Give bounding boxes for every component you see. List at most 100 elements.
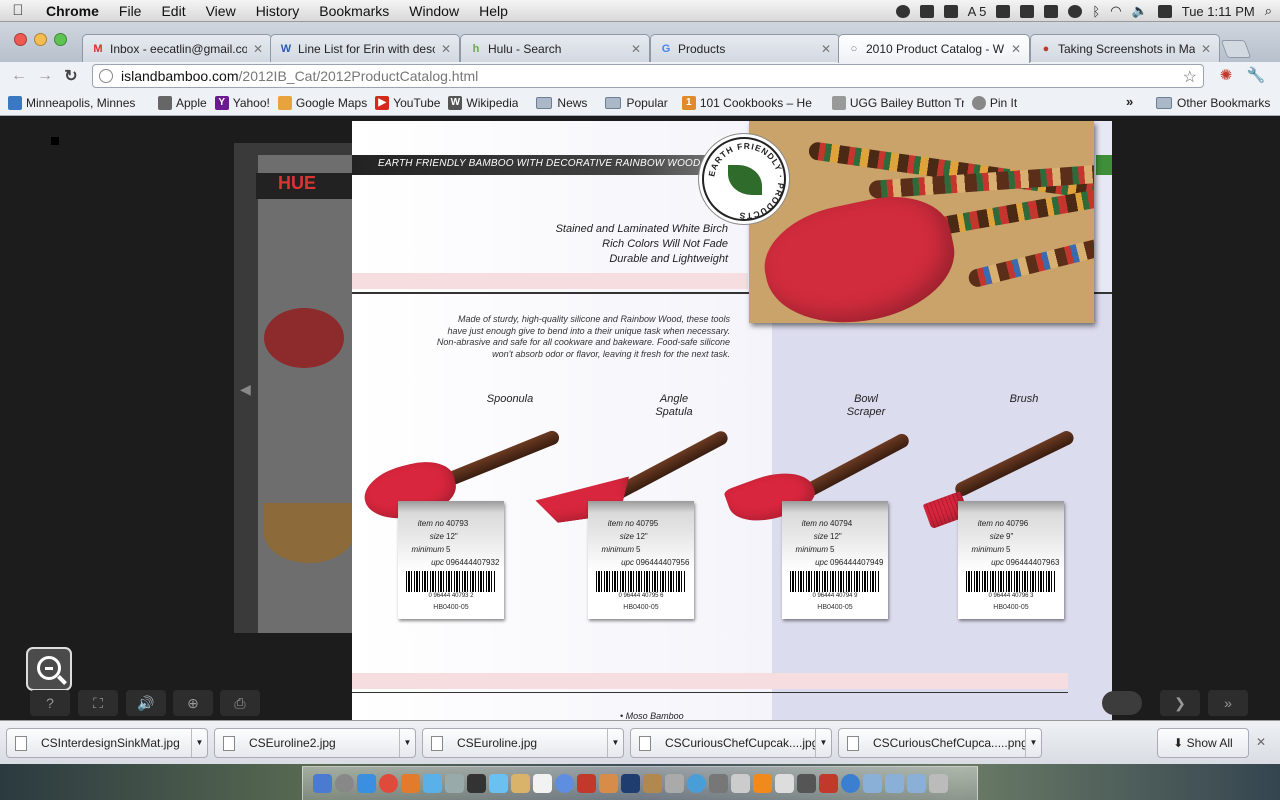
close-tab-icon[interactable]: ✕ (631, 42, 641, 56)
download-menu-arrow-icon[interactable]: ▼ (399, 729, 415, 757)
applications-folder-icon[interactable] (863, 774, 882, 793)
garageband-icon[interactable] (643, 774, 662, 793)
print-button[interactable]: ⎙ (220, 690, 260, 716)
ichat-icon[interactable] (489, 774, 508, 793)
zoom-out-button[interactable] (26, 647, 72, 691)
wrench-menu-icon[interactable]: 🔧 (1246, 66, 1266, 86)
download-menu-arrow-icon[interactable]: ▼ (607, 729, 623, 757)
window-status-icon[interactable] (1020, 4, 1035, 18)
new-tab-button[interactable] (1220, 40, 1252, 58)
system-prefs-icon[interactable] (445, 774, 464, 793)
close-tab-icon[interactable]: ✕ (1011, 42, 1021, 56)
extension-icon[interactable]: ✺ (1216, 66, 1236, 86)
time-machine-icon[interactable] (1068, 4, 1083, 18)
bookmark-youtube[interactable]: ▶ YouTube (375, 95, 440, 110)
folder-status-icon[interactable] (996, 4, 1011, 18)
sound-button[interactable]: 🔊 (126, 690, 166, 716)
bookmark-folder-news[interactable]: News (536, 96, 587, 110)
minimize-window-button[interactable] (34, 33, 47, 46)
mail-icon[interactable] (357, 774, 376, 793)
tab-products[interactable]: G Products ✕ (650, 34, 840, 62)
trash-icon[interactable] (929, 774, 948, 793)
close-tab-icon[interactable]: ✕ (821, 42, 831, 56)
bookmark-google-maps[interactable]: Google Maps (277, 95, 367, 110)
close-downloads-icon[interactable]: ✕ (1256, 735, 1266, 749)
terminal-icon[interactable] (467, 774, 486, 793)
chrome-icon[interactable] (379, 774, 398, 793)
menu-file[interactable]: File (109, 3, 152, 19)
iphoto-icon[interactable] (599, 774, 618, 793)
close-tab-icon[interactable]: ✕ (441, 42, 451, 56)
ical-icon[interactable] (533, 774, 552, 793)
forward-arrow-icon[interactable]: → (32, 67, 58, 85)
tab-line-list[interactable]: W Line List for Erin with desc ✕ (270, 34, 460, 62)
help-button[interactable]: ? (30, 690, 70, 716)
apple-menu-icon[interactable]:  (0, 2, 36, 19)
menu-history[interactable]: History (246, 3, 310, 19)
bookmark-apple[interactable]: Apple (158, 95, 207, 110)
page-info-icon[interactable] (99, 69, 113, 83)
volume-icon[interactable]: 🔈 (1132, 3, 1148, 19)
previous-page-arrow-icon[interactable]: ◀ (240, 381, 251, 398)
reload-icon[interactable]: ↻ (58, 66, 84, 86)
other-bookmarks[interactable]: Other Bookmarks (1156, 96, 1270, 110)
tab-gmail[interactable]: M Inbox - eecatlin@gmail.co ✕ (82, 34, 272, 62)
tab-product-catalog[interactable]: ○ 2010 Product Catalog - W ✕ (838, 34, 1030, 63)
headphones-icon[interactable] (895, 4, 910, 18)
screen-sharing-icon[interactable] (1044, 4, 1059, 18)
download-menu-arrow-icon[interactable]: ▼ (1025, 729, 1041, 757)
close-tab-icon[interactable]: ✕ (253, 42, 263, 56)
download-item[interactable]: CSEuroline.jpg ▼ (422, 728, 624, 758)
battery-icon[interactable] (1157, 4, 1172, 18)
photoshop-icon[interactable] (621, 774, 640, 793)
menu-help[interactable]: Help (469, 3, 518, 19)
preview-icon[interactable] (665, 774, 684, 793)
download-menu-arrow-icon[interactable]: ▼ (815, 729, 831, 757)
photo-booth-icon[interactable] (577, 774, 596, 793)
bookmark-ugg[interactable]: UGG Bailey Button Tr (831, 95, 964, 110)
firefox-icon[interactable] (401, 774, 420, 793)
bookmark-star-icon[interactable]: ☆ (1183, 67, 1197, 87)
close-tab-icon[interactable]: ✕ (1201, 42, 1211, 56)
address-bar[interactable]: islandbamboo.com/2012IB_Cat/2012ProductC… (92, 64, 1204, 88)
vlc-icon[interactable] (753, 774, 772, 793)
download-item[interactable]: CSCuriousChefCupca.....png ▼ (838, 728, 1042, 758)
tab-hulu[interactable]: h Hulu - Search ✕ (460, 34, 650, 62)
page-slider[interactable] (1102, 691, 1142, 715)
wifi-icon[interactable]: ◠ (1110, 3, 1121, 19)
bluetooth-icon[interactable]: ᛒ (1092, 4, 1100, 19)
zoom-in-button[interactable]: ⊕ (173, 690, 213, 716)
previous-page-preview[interactable]: HUE (234, 143, 356, 633)
menu-view[interactable]: View (196, 3, 246, 19)
utility-icon[interactable] (709, 774, 728, 793)
bookmark-folder-popular[interactable]: Popular (605, 96, 668, 110)
quicktime-icon[interactable] (797, 774, 816, 793)
show-all-downloads-button[interactable]: ⬇ Show All (1157, 728, 1249, 758)
download-menu-arrow-icon[interactable]: ▼ (191, 729, 207, 757)
menu-bookmarks[interactable]: Bookmarks (309, 3, 399, 19)
bookmark-minneapolis[interactable]: Minneapolis, Minnes (8, 95, 150, 110)
fullscreen-button[interactable]: ⛶ (78, 690, 118, 716)
zoom-window-button[interactable] (54, 33, 67, 46)
evernote-icon[interactable] (919, 4, 934, 18)
download-item[interactable]: CSEuroline2.jpg ▼ (214, 728, 416, 758)
menu-window[interactable]: Window (399, 3, 469, 19)
filezilla-icon[interactable] (819, 774, 838, 793)
menu-edit[interactable]: Edit (151, 3, 195, 19)
next-page-button[interactable]: ❯ (1160, 690, 1200, 716)
bookmark-yahoo[interactable]: Y Yahoo! (214, 95, 270, 110)
download-item[interactable]: CSInterdesignSinkMat.jpg ▼ (6, 728, 208, 758)
last-page-button[interactable]: » (1208, 690, 1248, 716)
dashboard-icon[interactable] (335, 774, 354, 793)
bookmark-101-cookbooks[interactable]: 1 101 Cookbooks – He (681, 95, 824, 110)
safari-icon[interactable] (423, 774, 442, 793)
finder-icon[interactable] (313, 774, 332, 793)
textedit-icon[interactable] (731, 774, 750, 793)
adobe-updates-icon[interactable]: A 5 (968, 4, 987, 19)
dropbox-icon[interactable] (943, 4, 958, 18)
skype-icon[interactable] (775, 774, 794, 793)
more-bookmarks-chevron-icon[interactable]: » (1126, 94, 1133, 109)
time-machine-dock-icon[interactable] (687, 774, 706, 793)
itunes-icon[interactable] (555, 774, 574, 793)
menu-app-name[interactable]: Chrome (36, 3, 109, 19)
